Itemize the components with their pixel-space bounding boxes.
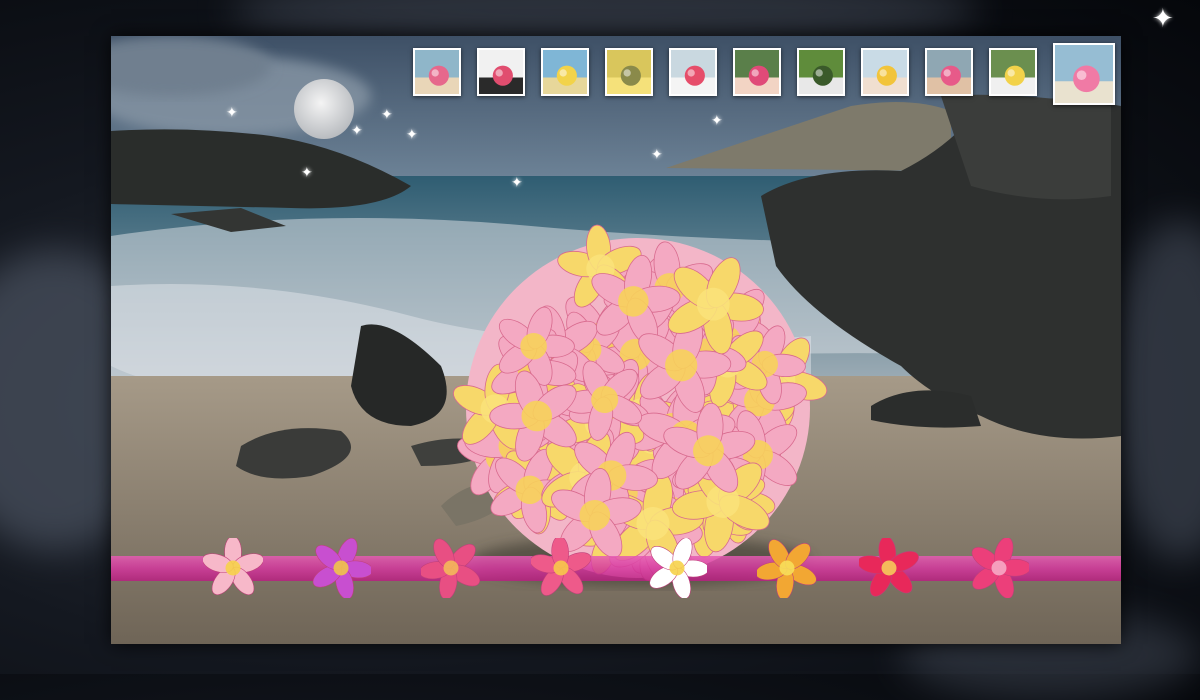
thumb-bouquet-beach[interactable] bbox=[413, 48, 461, 96]
nav-flower-3[interactable] bbox=[421, 538, 481, 598]
thumb-couple-garden[interactable] bbox=[797, 48, 845, 96]
thumbnail-image bbox=[543, 50, 587, 94]
sparkle-icon: ✦ bbox=[406, 127, 418, 143]
plumeria-icon bbox=[859, 538, 919, 597]
plumeria-icon bbox=[312, 538, 371, 598]
thumb-couple-bouquet[interactable] bbox=[477, 48, 525, 96]
plumeria-icon bbox=[203, 538, 263, 595]
sparkle-icon: ✦ bbox=[226, 105, 238, 121]
nav-flower-4[interactable] bbox=[531, 538, 591, 598]
sparkle-icon: ✦ bbox=[651, 147, 663, 163]
sparkle-icon: ✦ bbox=[351, 123, 363, 139]
thumbnail-image bbox=[991, 50, 1035, 94]
sparkle-icon: ✦ bbox=[711, 113, 723, 129]
plumeria-icon bbox=[757, 539, 817, 598]
plumeria-icon bbox=[531, 538, 591, 596]
thumbnail-image bbox=[479, 50, 523, 94]
sparkle-icon: ✦ bbox=[1152, 4, 1174, 34]
thumbnail-image bbox=[607, 50, 651, 94]
thumb-bride-umbrella[interactable] bbox=[669, 48, 717, 96]
thumbnail-image bbox=[415, 50, 459, 94]
thumbnail-strip bbox=[413, 43, 1115, 105]
photo-frame: ✦ ✦ ✦ ✦ ✦ ✦ ✦ ✦ bbox=[111, 36, 1121, 644]
nav-flower-8[interactable] bbox=[969, 538, 1029, 598]
thumbnail-image bbox=[1055, 45, 1113, 103]
thumbnail-image bbox=[799, 50, 843, 94]
thumb-bride-bouquet[interactable] bbox=[733, 48, 781, 96]
nav-flower-6[interactable] bbox=[757, 538, 817, 598]
thumbnail-image bbox=[735, 50, 779, 94]
thumb-couple-lei[interactable] bbox=[989, 48, 1037, 96]
nav-flower-1[interactable] bbox=[203, 538, 263, 598]
thumbnail-image bbox=[863, 50, 907, 94]
nav-flower-5[interactable] bbox=[647, 538, 707, 598]
plumeria-icon bbox=[971, 538, 1029, 598]
thumb-beach-ceremony[interactable] bbox=[541, 48, 589, 96]
cloud-right bbox=[1110, 220, 1200, 560]
thumb-yellow-bouquet[interactable] bbox=[605, 48, 653, 96]
nav-flower-7[interactable] bbox=[859, 538, 919, 598]
thumb-smiling-bride[interactable] bbox=[925, 48, 973, 96]
sparkle-icon: ✦ bbox=[381, 107, 393, 123]
thumbnail-image bbox=[927, 50, 971, 94]
thumb-couple-kiss[interactable] bbox=[861, 48, 909, 96]
thumb-plumeria-bouquet[interactable] bbox=[1053, 43, 1115, 105]
sparkle-icon: ✦ bbox=[301, 165, 313, 181]
thumbnail-image bbox=[671, 50, 715, 94]
plumeria-icon bbox=[649, 538, 707, 598]
plumeria-icon bbox=[421, 538, 480, 598]
nav-flower-2[interactable] bbox=[311, 538, 371, 598]
moon bbox=[294, 79, 354, 139]
sparkle-icon: ✦ bbox=[511, 175, 523, 191]
